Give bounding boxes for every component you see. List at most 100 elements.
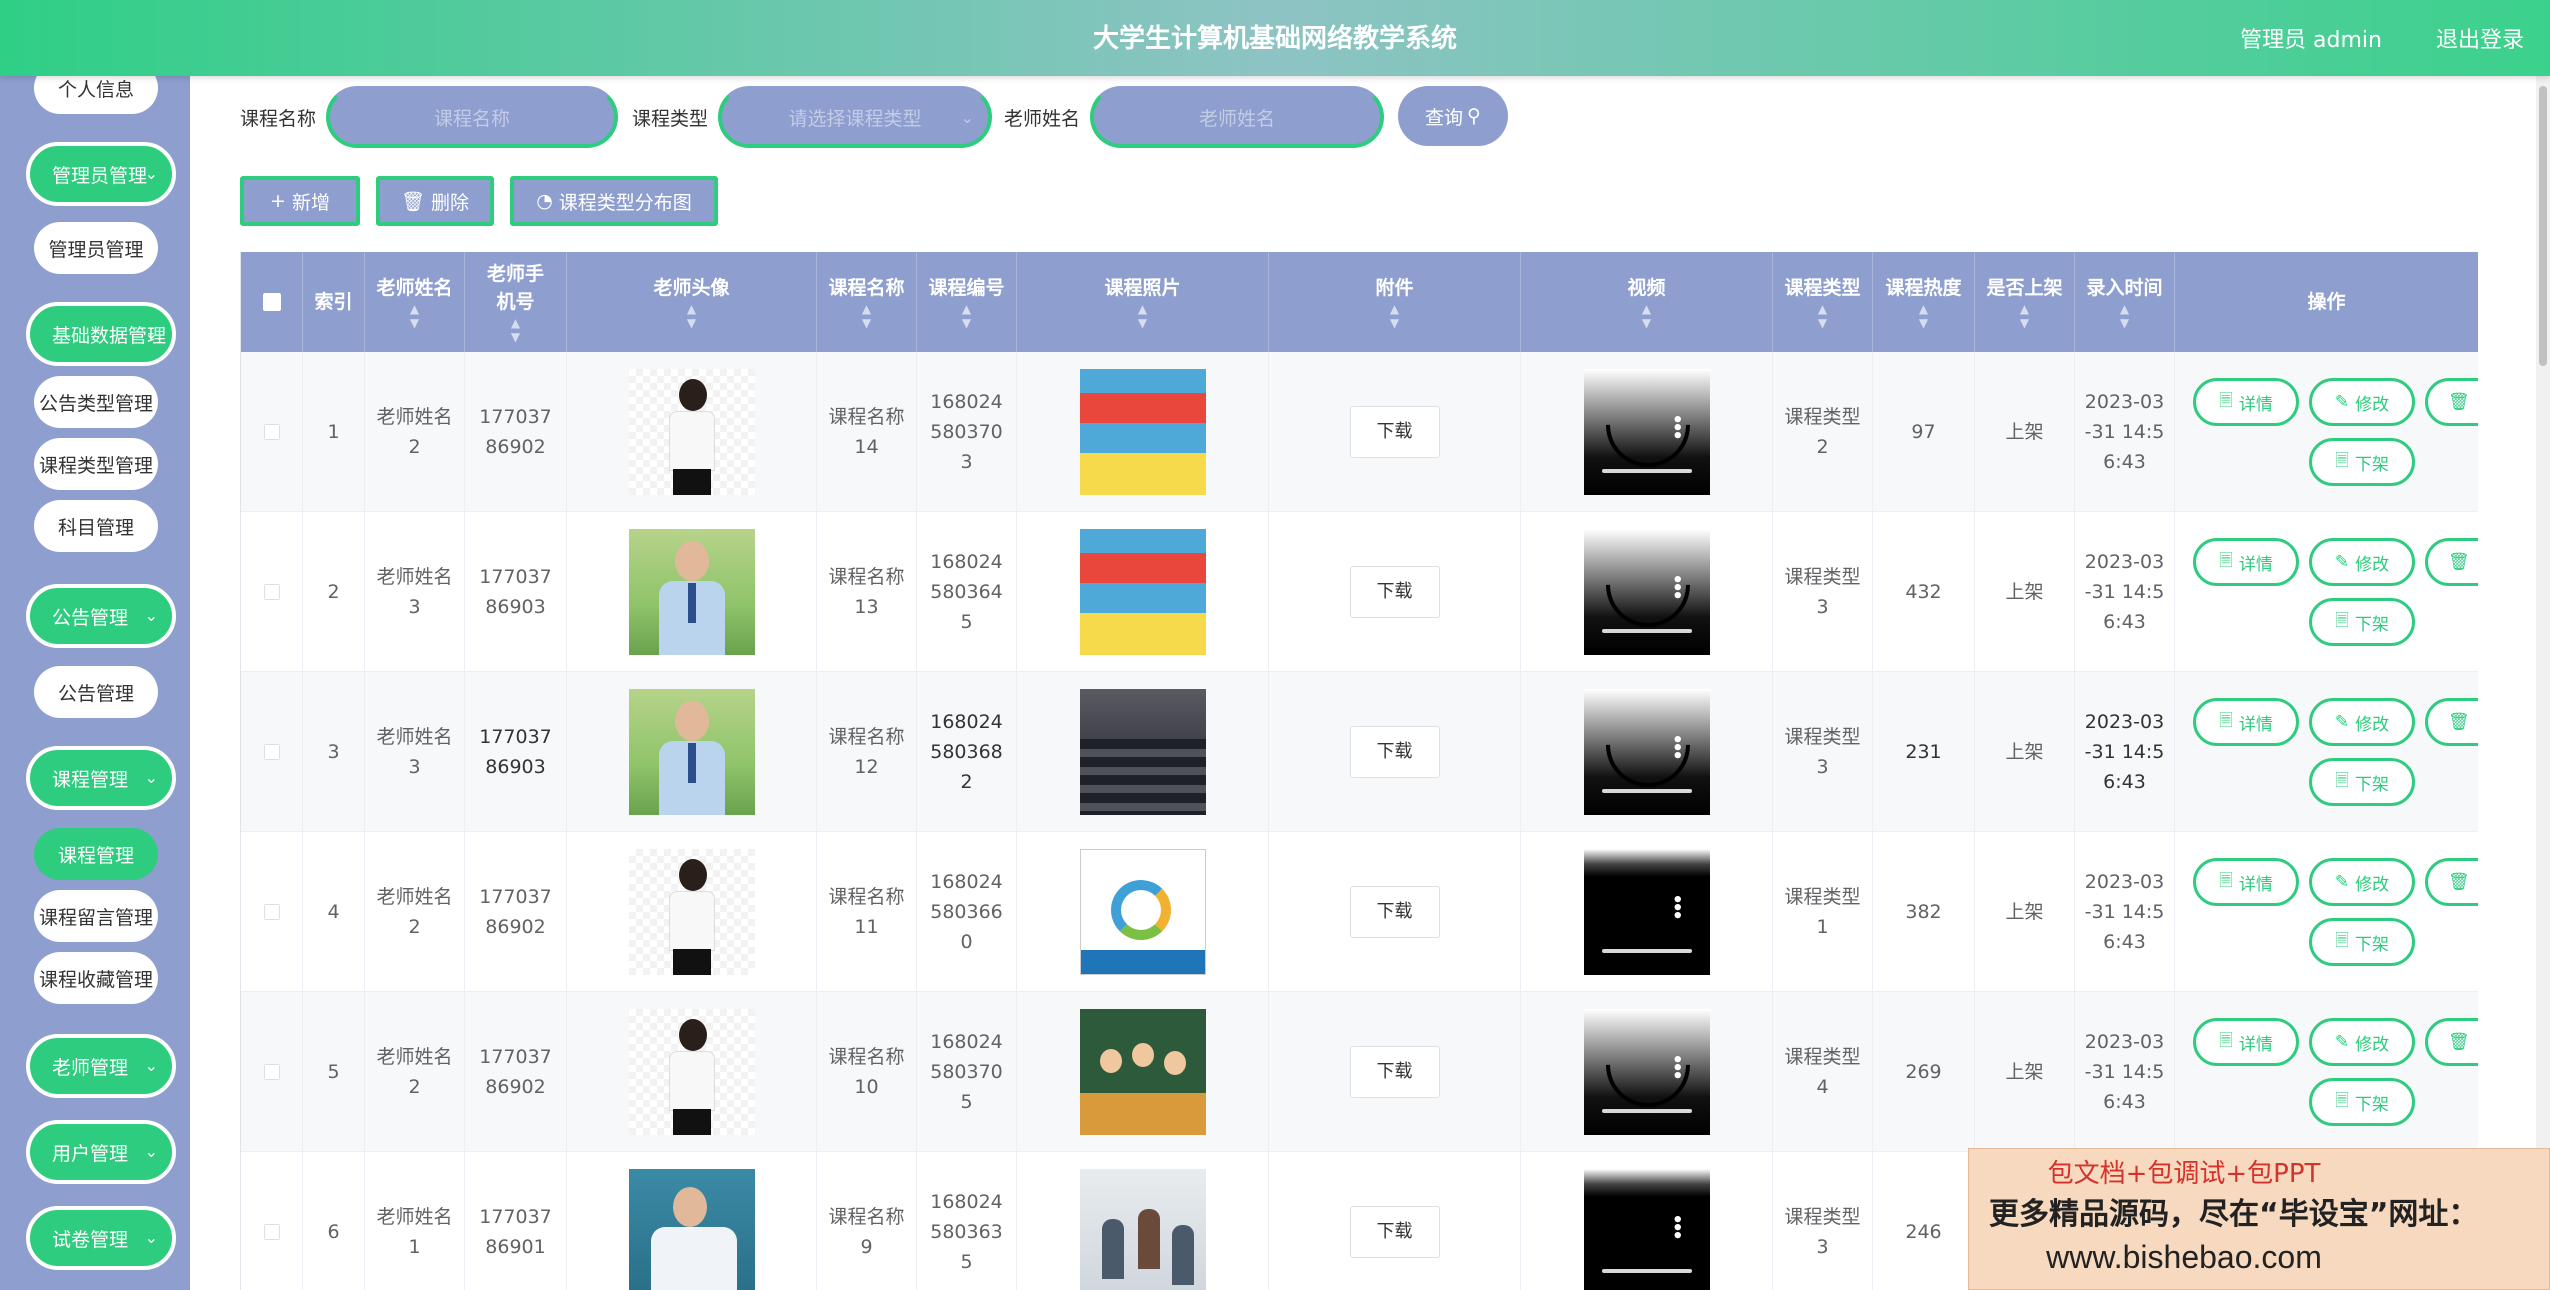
table-row[interactable]: 1 老师姓名2 17703786902 课程名称14 1680245803703 下载 • •… [241, 352, 2478, 512]
sort-icon[interactable]: ▲ ▼ [2020, 302, 2029, 330]
sidebar-group-1[interactable]: 管理员管理 ⌄ [26, 142, 176, 206]
header-select-all[interactable] [241, 252, 303, 352]
header-col-11[interactable]: 是否上架 ▲ ▼ [1975, 252, 2075, 352]
chart-button[interactable]: ◔ 课程类型分布图 [510, 176, 718, 226]
table-row[interactable]: 3 老师姓名3 17703786903 课程名称12 1680245803682 下载 • •… [241, 672, 2478, 832]
header-col-4[interactable]: 课程名称 ▲ ▼ [817, 252, 917, 352]
query-button[interactable]: 查询 ⚲ [1398, 86, 1508, 146]
teacher-name-input[interactable]: 老师姓名 [1090, 86, 1384, 148]
sort-icon[interactable]: ▲ ▼ [687, 302, 696, 330]
sidebar-item-0[interactable]: 个人信息 [34, 76, 158, 114]
sidebar-item-12[interactable]: 课程收藏管理 [34, 952, 158, 1004]
detail-button[interactable]: 🗏 详情 [2193, 698, 2299, 746]
row-checkbox[interactable] [263, 424, 280, 440]
header-col-9[interactable]: 课程类型 ▲ ▼ [1773, 252, 1873, 352]
edit-button[interactable]: ✎ 修改 [2309, 698, 2415, 746]
detail-button[interactable]: 🗏 详情 [2193, 378, 2299, 426]
delete-row-button[interactable]: 🗑 [2425, 378, 2478, 426]
sort-icon[interactable]: ▲ ▼ [1642, 302, 1651, 330]
course-name-input[interactable]: 课程名称 [326, 86, 618, 148]
download-button[interactable]: 下载 [1349, 1206, 1440, 1258]
edit-button[interactable]: ✎ 修改 [2309, 538, 2415, 586]
course-type-select[interactable]: 请选择课程类型 ⌄ [718, 86, 992, 148]
header-col-8[interactable]: 视频 ▲ ▼ [1521, 252, 1773, 352]
sidebar-item-4[interactable]: 公告类型管理 [34, 376, 158, 428]
course-video-player[interactable]: • • • [1583, 1009, 1710, 1135]
row-checkbox[interactable] [263, 1064, 280, 1080]
row-checkbox[interactable] [263, 1224, 280, 1240]
course-video-player[interactable]: • • • [1583, 369, 1710, 495]
table-row[interactable]: 2 老师姓名3 17703786903 课程名称13 1680245803645 下载 • •… [241, 512, 2478, 672]
unlist-button[interactable]: 🗏 下架 [2309, 758, 2415, 806]
unlist-button[interactable]: 🗏 下架 [2309, 918, 2415, 966]
unlist-button[interactable]: 🗏 下架 [2309, 598, 2415, 646]
delete-row-button[interactable]: 🗑 [2425, 858, 2478, 906]
page-scrollbar[interactable] [2536, 76, 2550, 1290]
add-button[interactable]: + 新增 [240, 176, 360, 226]
delete-row-button[interactable]: 🗑 [2425, 1018, 2478, 1066]
sort-icon[interactable]: ▲ ▼ [1818, 302, 1827, 330]
sidebar-group-3[interactable]: 基础数据管理 ⌄ [26, 302, 176, 366]
detail-button[interactable]: 🗏 详情 [2193, 858, 2299, 906]
unlist-button[interactable]: 🗏 下架 [2309, 1078, 2415, 1126]
detail-button[interactable]: 🗏 详情 [2193, 1018, 2299, 1066]
header-col-1[interactable]: 老师姓名 ▲ ▼ [365, 252, 465, 352]
download-button[interactable]: 下载 [1349, 406, 1440, 458]
row-checkbox[interactable] [263, 584, 280, 600]
sort-icon[interactable]: ▲ ▼ [1390, 302, 1399, 330]
sidebar-group-15[interactable]: 试卷管理 ⌄ [26, 1206, 176, 1270]
sidebar-group-9[interactable]: 课程管理 ⌄ [26, 746, 176, 810]
sort-icon[interactable]: ▲ ▼ [2120, 302, 2129, 330]
sort-icon[interactable]: ▲ ▼ [410, 302, 419, 330]
download-button[interactable]: 下载 [1349, 726, 1440, 778]
header-col-5[interactable]: 课程编号 ▲ ▼ [917, 252, 1017, 352]
header-col-7[interactable]: 附件 ▲ ▼ [1269, 252, 1521, 352]
course-video-player[interactable]: • • • [1583, 849, 1710, 975]
course-code: 1680245803645 [930, 551, 1003, 633]
unlist-button[interactable]: 🗏 下架 [2309, 438, 2415, 486]
header-col-10[interactable]: 课程热度 ▲ ▼ [1873, 252, 1975, 352]
sidebar-item-2[interactable]: 管理员管理 [34, 222, 158, 274]
sort-icon[interactable]: ▲ ▼ [862, 302, 871, 330]
op-label: 修改 [2355, 874, 2390, 895]
delete-row-button[interactable]: 🗑 [2425, 538, 2478, 586]
scrollbar-thumb[interactable] [2539, 86, 2547, 366]
sidebar-item-8[interactable]: 公告管理 [34, 666, 158, 718]
sidebar-label: 个人信息 [57, 78, 134, 101]
detail-button[interactable]: 🗏 详情 [2193, 538, 2299, 586]
delete-button[interactable]: 🗑 删除 [376, 176, 494, 226]
course-video-player[interactable]: • • • [1583, 689, 1710, 815]
sidebar-item-11[interactable]: 课程留言管理 [34, 890, 158, 942]
row-checkbox[interactable] [263, 744, 280, 760]
edit-button[interactable]: ✎ 修改 [2309, 858, 2415, 906]
sidebar-group-7[interactable]: 公告管理 ⌄ [26, 584, 176, 648]
sort-icon[interactable]: ▲ ▼ [1919, 302, 1928, 330]
course-video-player[interactable]: • • • [1583, 529, 1710, 655]
select-all-checkbox[interactable] [262, 293, 281, 311]
table-row[interactable]: 4 老师姓名2 17703786902 课程名称11 1680245803660 下载 • •… [241, 832, 2478, 992]
sidebar-item-5[interactable]: 课程类型管理 [34, 438, 158, 490]
edit-button[interactable]: ✎ 修改 [2309, 1018, 2415, 1066]
row-checkbox[interactable] [263, 904, 280, 920]
header-col-12[interactable]: 录入时间 ▲ ▼ [2075, 252, 2175, 352]
table-row[interactable]: 5 老师姓名2 17703786902 课程名称10 1680245803705 下载 • •… [241, 992, 2478, 1152]
delete-row-button[interactable]: 🗑 [2425, 698, 2478, 746]
download-button[interactable]: 下载 [1349, 1046, 1440, 1098]
logout-link[interactable]: 退出登录 [2436, 22, 2524, 54]
sort-icon[interactable]: ▲ ▼ [1138, 302, 1147, 330]
header-col-3[interactable]: 老师头像 ▲ ▼ [567, 252, 817, 352]
header-col-6[interactable]: 课程照片 ▲ ▼ [1017, 252, 1269, 352]
course-type: 课程类型3 [1784, 726, 1861, 778]
sort-icon[interactable]: ▲ ▼ [962, 302, 971, 330]
download-button[interactable]: 下载 [1349, 566, 1440, 618]
sidebar-group-14[interactable]: 用户管理 ⌄ [26, 1120, 176, 1184]
sidebar-group-13[interactable]: 老师管理 ⌄ [26, 1034, 176, 1098]
sort-icon[interactable]: ▲ ▼ [511, 316, 520, 344]
download-button[interactable]: 下载 [1349, 886, 1440, 938]
header-col-2[interactable]: 老师手机号 ▲ ▼ [465, 252, 567, 352]
sidebar-item-6[interactable]: 科目管理 [34, 500, 158, 552]
course-video-player[interactable]: • • • [1583, 1169, 1710, 1290]
sidebar-item-10[interactable]: 课程管理 [34, 828, 158, 880]
edit-button[interactable]: ✎ 修改 [2309, 378, 2415, 426]
course-code: 1680245803635 [930, 1191, 1003, 1273]
